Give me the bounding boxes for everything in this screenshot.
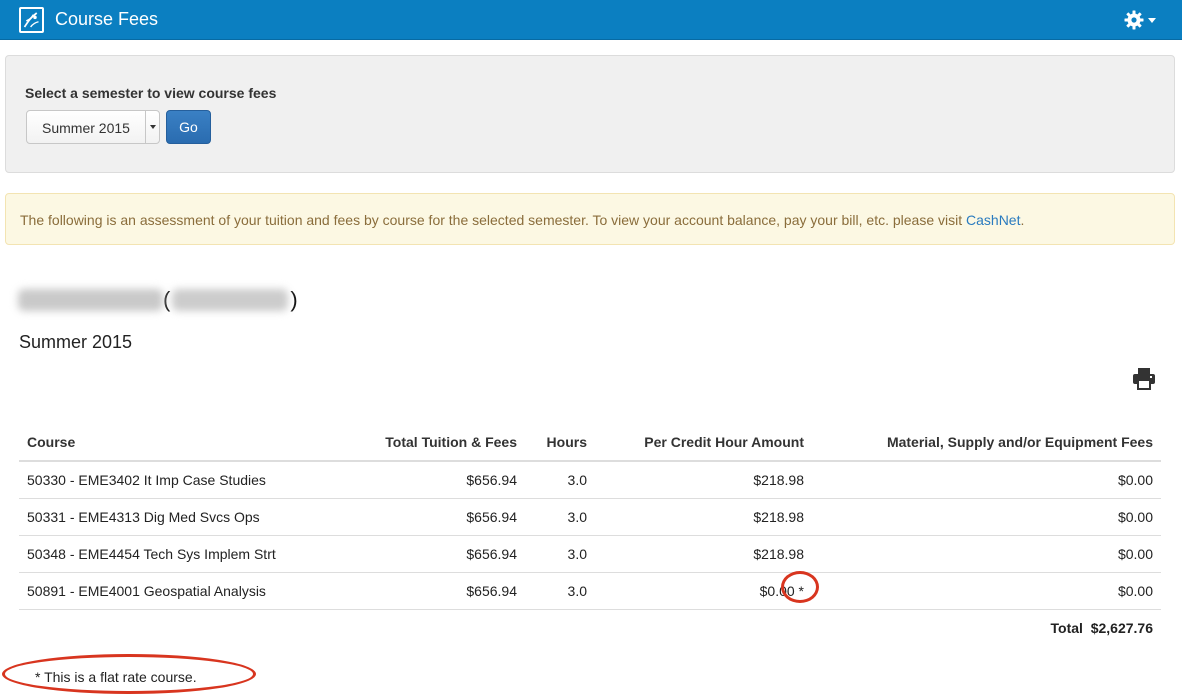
- chevron-down-icon: [145, 111, 159, 143]
- settings-menu-button[interactable]: [1124, 8, 1164, 32]
- student-name: ( ): [18, 286, 298, 314]
- column-header-materials: Material, Supply and/or Equipment Fees: [812, 424, 1161, 462]
- gear-icon: [1124, 10, 1144, 30]
- hours-cell: 3.0: [525, 535, 595, 573]
- hours-cell: 3.0: [525, 498, 595, 536]
- course-fees-table: Course Total Tuition & Fees Hours Per Cr…: [19, 424, 1161, 646]
- grand-total: Total $2,627.76: [19, 609, 1161, 646]
- total-row: Total $2,627.76: [19, 609, 1161, 646]
- materials-cell: $0.00: [812, 461, 1161, 499]
- total-label: Total: [1050, 619, 1083, 636]
- cashnet-link[interactable]: CashNet: [966, 212, 1020, 228]
- semester-select-value: Summer 2015: [42, 120, 130, 136]
- hours-cell: 3.0: [525, 572, 595, 610]
- per-credit-cell: $218.98: [595, 461, 812, 499]
- close-paren: ): [290, 287, 298, 312]
- open-paren: (: [163, 287, 171, 312]
- total-cell: $656.94: [355, 461, 525, 499]
- course-cell: 50348 - EME4454 Tech Sys Implem Strt: [19, 535, 355, 573]
- go-button[interactable]: Go: [166, 110, 211, 144]
- materials-cell: $0.00: [812, 535, 1161, 573]
- total-cell: $656.94: [355, 498, 525, 536]
- table-row: 50330 - EME3402 It Imp Case Studies $656…: [19, 461, 1161, 499]
- column-header-hours: Hours: [525, 424, 595, 462]
- semester-select[interactable]: Summer 2015: [26, 110, 160, 144]
- table-row: 50348 - EME4454 Tech Sys Implem Strt $65…: [19, 535, 1161, 573]
- column-header-course: Course: [19, 424, 355, 462]
- app-title: Course Fees: [55, 9, 159, 29]
- notice-text: The following is an assessment of your t…: [20, 212, 1024, 228]
- total-value: $2,627.76: [1090, 619, 1153, 636]
- per-credit-cell: $0.00 *: [595, 572, 812, 610]
- course-cell: 50330 - EME3402 It Imp Case Studies: [19, 461, 355, 499]
- tuition-notice: The following is an assessment of your t…: [5, 193, 1175, 245]
- print-icon[interactable]: [1131, 367, 1157, 391]
- hours-cell: 3.0: [525, 461, 595, 499]
- table-header-row: Course Total Tuition & Fees Hours Per Cr…: [19, 424, 1161, 462]
- per-credit-cell: $218.98: [595, 498, 812, 536]
- annotation-circle-footnote: [2, 654, 256, 694]
- notice-suffix: .: [1020, 212, 1025, 228]
- column-header-per-credit: Per Credit Hour Amount: [595, 424, 812, 462]
- university-logo-icon[interactable]: [19, 7, 44, 33]
- redacted-student-id: [172, 289, 289, 311]
- notice-body: The following is an assessment of your t…: [20, 212, 967, 228]
- semester-select-label: Select a semester to view course fees: [25, 85, 277, 101]
- table-row: 50331 - EME4313 Dig Med Svcs Ops $656.94…: [19, 498, 1161, 536]
- total-cell: $656.94: [355, 572, 525, 610]
- caret-down-icon: [1148, 17, 1156, 23]
- materials-cell: $0.00: [812, 498, 1161, 536]
- app-header: Course Fees: [0, 0, 1182, 40]
- semester-heading: Summer 2015: [19, 332, 133, 352]
- semester-selector-panel: Select a semester to view course fees Su…: [5, 55, 1175, 173]
- course-cell: 50891 - EME4001 Geospatial Analysis: [19, 572, 355, 610]
- per-credit-cell: $218.98: [595, 535, 812, 573]
- materials-cell: $0.00: [812, 572, 1161, 610]
- course-cell: 50331 - EME4313 Dig Med Svcs Ops: [19, 498, 355, 536]
- annotation-circle-asterisk: [781, 571, 819, 603]
- total-cell: $656.94: [355, 535, 525, 573]
- table-row: 50891 - EME4001 Geospatial Analysis $656…: [19, 572, 1161, 610]
- column-header-total: Total Tuition & Fees: [355, 424, 525, 462]
- redacted-student-name: [18, 289, 163, 311]
